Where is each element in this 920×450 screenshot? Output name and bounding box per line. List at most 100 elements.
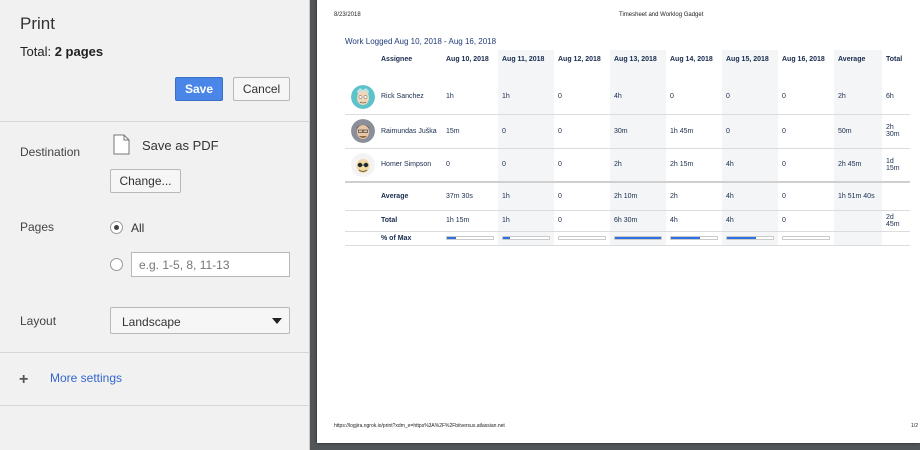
save-button[interactable]: Save <box>175 77 223 101</box>
cell: 0 <box>778 210 834 232</box>
cell <box>882 181 910 211</box>
pages-custom-input[interactable] <box>131 252 290 277</box>
cell: 37m 30s <box>442 181 498 211</box>
cell: 0 <box>722 114 778 149</box>
cell: 0 <box>778 148 834 183</box>
cell <box>834 210 882 232</box>
percent-bar-fill <box>615 237 661 239</box>
percent-bar <box>502 236 550 240</box>
cell: 1h <box>498 210 554 232</box>
divider <box>0 405 310 406</box>
header-row: Assignee Aug 10, 2018 Aug 11, 2018 Aug 1… <box>345 50 910 80</box>
footer-url: https://logjira.ngrok.io/print?xdm_e=htt… <box>334 423 505 429</box>
total-row: Total 1h 15m 1h 0 6h 30m 4h 4h 0 2d 45m <box>345 210 910 232</box>
cell: 4h <box>666 210 722 232</box>
percent-bar <box>726 236 774 240</box>
footer-page-number: 1/2 <box>911 423 918 429</box>
total-label: Total: <box>20 44 52 59</box>
row-label: Total <box>377 210 442 232</box>
cell: 0 <box>498 148 554 183</box>
cell: 2d 45m <box>882 210 910 232</box>
cell: 50m <box>834 114 882 149</box>
cell: 4h <box>722 181 778 211</box>
cell: 0 <box>554 114 610 149</box>
layout-select[interactable]: Landscape <box>110 307 290 334</box>
assignee-name: Homer Simpson <box>377 148 442 183</box>
cell: 2h <box>834 80 882 115</box>
table-row: Rick Sanchez 1h 1h 0 4h 0 0 0 2h 6h <box>345 80 910 115</box>
cell: 4h <box>610 80 666 115</box>
column-header: Aug 13, 2018 <box>610 50 666 80</box>
assignee-name: Rick Sanchez <box>377 80 442 115</box>
worklog-table: Assignee Aug 10, 2018 Aug 11, 2018 Aug 1… <box>345 50 910 246</box>
cell: 0 <box>778 114 834 149</box>
cell: 0 <box>778 80 834 115</box>
cell: 0 <box>722 80 778 115</box>
cell: 30m <box>610 114 666 149</box>
pages-label: Pages <box>20 220 55 234</box>
cell: 0 <box>554 181 610 211</box>
cell: 0 <box>554 210 610 232</box>
avatar <box>351 152 375 177</box>
divider <box>0 352 310 353</box>
column-header: Total <box>886 56 903 63</box>
destination-value: Save as PDF <box>142 138 219 153</box>
assignee-name: Raimundas Juška <box>377 114 442 149</box>
total-pages: Total: 2 pages <box>20 44 103 59</box>
row-label: Average <box>377 181 442 211</box>
cell: 1h 15m <box>442 210 498 232</box>
percent-bar-fill <box>671 237 700 239</box>
column-header: Aug 14, 2018 <box>670 56 713 63</box>
cell: 2h 10m <box>610 181 666 211</box>
cell: 2h 30m <box>882 114 910 149</box>
header-date: 8/23/2018 <box>334 12 361 18</box>
cell: 1h <box>442 80 498 115</box>
cell: 1h 51m 40s <box>834 181 882 211</box>
cell: 1h 45m <box>666 114 722 149</box>
cell: 0 <box>778 181 834 211</box>
cell: 2h <box>610 148 666 183</box>
percent-bar-fill <box>447 237 456 239</box>
gadget-title: Work Logged Aug 10, 2018 - Aug 16, 2018 <box>345 37 497 46</box>
document-icon <box>113 134 130 155</box>
cell: 0 <box>498 114 554 149</box>
cell: 6h 30m <box>610 210 666 232</box>
cell: 4h <box>722 148 778 183</box>
pages-custom-radio[interactable] <box>110 258 123 271</box>
print-title: Print <box>20 14 55 33</box>
avatar <box>351 84 375 109</box>
average-row: Average 37m 30s 1h 0 2h 10m 2h 4h 0 1h 5… <box>345 181 910 211</box>
percent-bar-fill <box>503 237 510 239</box>
total-value: 2 pages <box>54 44 104 59</box>
cell: 0 <box>666 80 722 115</box>
cell: 2h 45m <box>834 148 882 183</box>
table-row: Homer Simpson 0 0 0 2h 2h 15m 4h 0 2h 45… <box>345 148 910 183</box>
cell: 1h <box>498 181 554 211</box>
column-header: Aug 10, 2018 <box>446 56 489 63</box>
percent-bar <box>446 236 494 240</box>
cancel-button[interactable]: Cancel <box>233 77 290 101</box>
divider <box>0 121 310 122</box>
row-label: % of Max <box>377 231 442 246</box>
cell: 0 <box>554 80 610 115</box>
pages-all-radio[interactable] <box>110 221 123 234</box>
column-header: Aug 12, 2018 <box>558 56 601 63</box>
layout-value: Landscape <box>122 315 181 329</box>
cell: 0 <box>554 148 610 183</box>
avatar <box>351 119 375 143</box>
table-row: Raimundas Juška 15m 0 0 30m 1h 45m 0 0 5… <box>345 114 910 149</box>
column-header: Average <box>834 50 882 80</box>
cell: 15m <box>442 114 498 149</box>
plus-icon[interactable]: + <box>19 371 28 389</box>
percent-of-max-row: % of Max <box>345 231 910 246</box>
change-destination-button[interactable]: Change... <box>110 169 181 193</box>
more-settings-link[interactable]: More settings <box>50 371 122 385</box>
percent-bar <box>558 236 606 240</box>
cell: 0 <box>442 148 498 183</box>
percent-bar <box>614 236 662 240</box>
cell: 2h <box>666 181 722 211</box>
percent-bar-fill <box>727 237 756 239</box>
header-title: Timesheet and Worklog Gadget <box>619 12 704 18</box>
destination-label: Destination <box>20 145 81 159</box>
pages-all-label: All <box>131 221 145 235</box>
